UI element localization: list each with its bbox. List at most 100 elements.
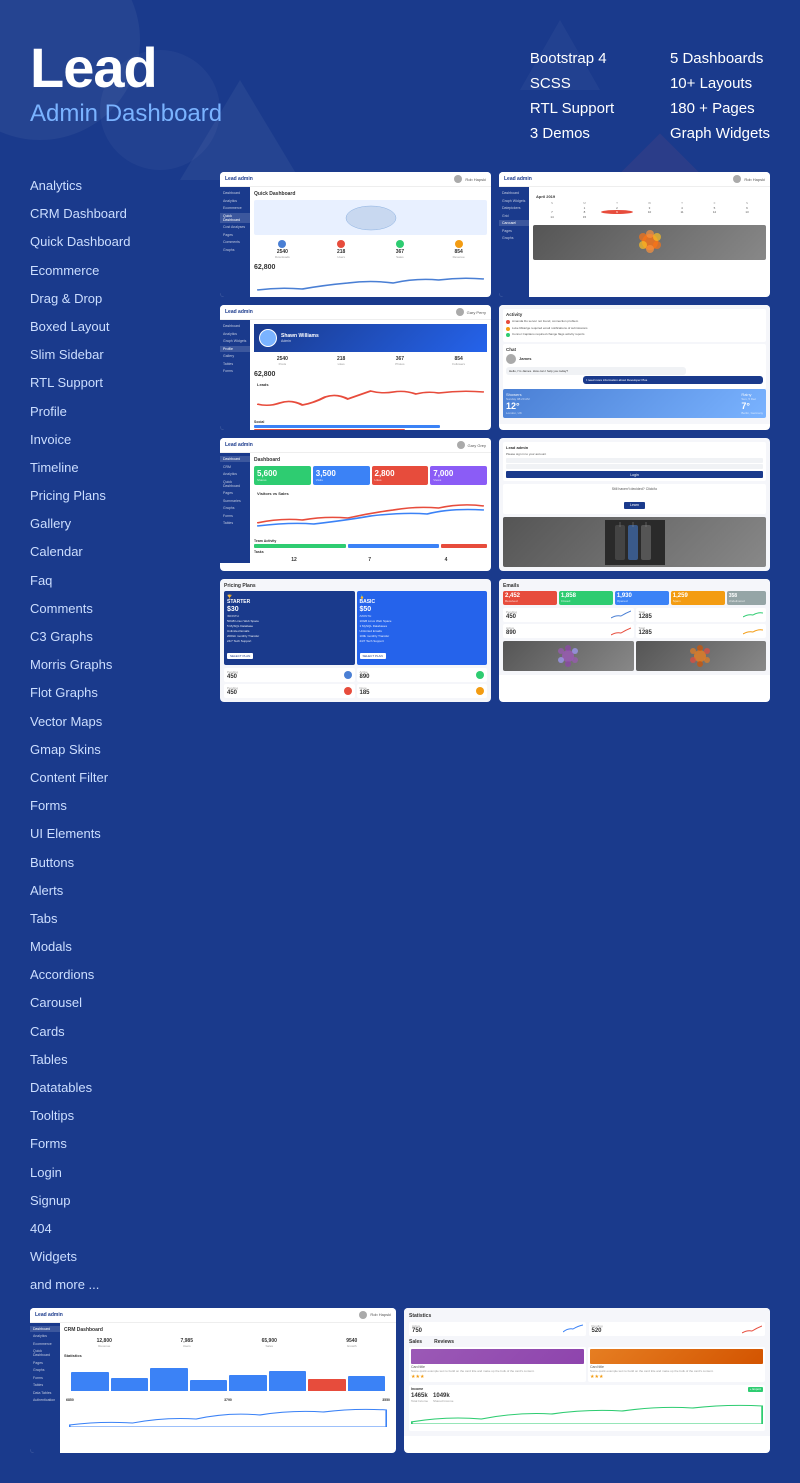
sidebar3-graph[interactable]: Graph Widgets [220, 338, 250, 344]
nav-ecommerce[interactable]: Ecommerce [30, 257, 200, 285]
login-input-email[interactable] [506, 458, 763, 463]
nav-more[interactable]: and more ... [30, 1271, 200, 1299]
nav-tables[interactable]: Tables [30, 1046, 200, 1074]
sidebar-item-comments[interactable]: Comments [220, 239, 250, 245]
crm-sidebar-tables[interactable]: Tables [30, 1382, 60, 1388]
nav-quick-dashboard[interactable]: Quick Dashboard [30, 228, 200, 256]
sidebar2-pages[interactable]: Pages [499, 228, 529, 234]
sidebar3-analytics[interactable]: Analytics [220, 331, 250, 337]
crm-sidebar-dashboard[interactable]: Dashboard [30, 1326, 60, 1332]
sidebar2-dashboard[interactable]: Dashboard [499, 190, 529, 196]
day-cell[interactable] [536, 206, 568, 210]
nav-analytics[interactable]: Analytics [30, 172, 200, 200]
sidebar5-forms[interactable]: Forms [220, 513, 250, 519]
day-cell[interactable]: 3 [634, 206, 666, 210]
crm-sidebar-ecommerce[interactable]: Ecommerce [30, 1341, 60, 1347]
sidebar5-tables[interactable]: Tables [220, 520, 250, 526]
sidebar5-dashboard[interactable]: Dashboard [220, 456, 250, 462]
nav-forms2[interactable]: Forms [30, 1130, 200, 1158]
sidebar5-analytics[interactable]: Analytics [220, 471, 250, 477]
day-cell[interactable]: 2 [601, 206, 633, 210]
day-cell[interactable]: 1 [569, 206, 601, 210]
sidebar5-crm[interactable]: CRM [220, 464, 250, 470]
crm-sidebar-auth[interactable]: Authentication [30, 1397, 60, 1403]
day-cell[interactable]: 12 [699, 210, 731, 214]
nav-modals[interactable]: Modals [30, 933, 200, 961]
nav-gmap[interactable]: Gmap Skins [30, 736, 200, 764]
select-plan-basic[interactable]: SELECT PLAN [360, 653, 386, 659]
crm-sidebar-forms[interactable]: Forms [30, 1375, 60, 1381]
nav-c3[interactable]: C3 Graphs [30, 623, 200, 651]
day-cell[interactable]: 6 [731, 206, 763, 210]
nav-login[interactable]: Login [30, 1159, 200, 1187]
day-cell[interactable]: 4 [666, 206, 698, 210]
nav-alerts[interactable]: Alerts [30, 877, 200, 905]
sidebar3-dashboard[interactable]: Dashboard [220, 323, 250, 329]
sidebar-item-graphs[interactable]: Graphs [220, 247, 250, 253]
nav-faq[interactable]: Faq [30, 567, 200, 595]
sidebar-item-quick[interactable]: Quick Dashboard [220, 213, 250, 223]
sidebar5-summaries[interactable]: Summaries [220, 498, 250, 504]
day-cell[interactable]: 15 [569, 215, 601, 219]
nav-signup[interactable]: Signup [30, 1187, 200, 1215]
nav-gallery[interactable]: Gallery [30, 510, 200, 538]
nav-boxed-layout[interactable]: Boxed Layout [30, 313, 200, 341]
nav-crm[interactable]: CRM Dashboard [30, 200, 200, 228]
login-input-password[interactable] [506, 464, 763, 469]
nav-tooltips[interactable]: Tooltips [30, 1102, 200, 1130]
sidebar-item-pages[interactable]: Pages [220, 232, 250, 238]
nav-invoice[interactable]: Invoice [30, 426, 200, 454]
sidebar5-quick[interactable]: Quick Dashboard [220, 479, 250, 489]
nav-datatables[interactable]: Datatables [30, 1074, 200, 1102]
day-cell[interactable]: 7 [536, 210, 568, 214]
sidebar3-profile[interactable]: Profile [220, 346, 250, 352]
crm-sidebar-graphs[interactable]: Graphs [30, 1367, 60, 1373]
crm-sidebar-pages[interactable]: Pages [30, 1360, 60, 1366]
sidebar5-graphs[interactable]: Graphs [220, 505, 250, 511]
login-button[interactable]: Login [506, 471, 763, 478]
sidebar3-forms[interactable]: Forms [220, 368, 250, 374]
select-plan-starter[interactable]: SELECT PLAN [227, 653, 253, 659]
nav-ui-elements[interactable]: UI Elements [30, 820, 200, 848]
crm-sidebar-quick[interactable]: Quick Dashboard [30, 1348, 60, 1358]
nav-content-filter[interactable]: Content Filter [30, 764, 200, 792]
nav-slim-sidebar[interactable]: Slim Sidebar [30, 341, 200, 369]
crm-sidebar-analytics[interactable]: Analytics [30, 1333, 60, 1339]
sidebar2-graphs[interactable]: Graphs [499, 235, 529, 241]
sidebar-item-dashboard[interactable]: Dashboard [220, 190, 250, 196]
nav-pricing[interactable]: Pricing Plans [30, 482, 200, 510]
day-cell[interactable]: 5 [699, 206, 731, 210]
sidebar3-gallery[interactable]: Gallery [220, 353, 250, 359]
day-cell[interactable]: 8 [569, 210, 601, 214]
nav-vector-maps[interactable]: Vector Maps [30, 708, 200, 736]
sidebar-item-costs[interactable]: Cost Analyses [220, 224, 250, 230]
explore-button[interactable]: Learn [624, 502, 645, 509]
sidebar5-pages[interactable]: Pages [220, 490, 250, 496]
sidebar3-tables[interactable]: Tables [220, 361, 250, 367]
nav-tabs[interactable]: Tabs [30, 905, 200, 933]
nav-widgets[interactable]: Widgets [30, 1243, 200, 1271]
crm-sidebar-datatables[interactable]: Data Tables [30, 1390, 60, 1396]
day-cell[interactable]: 13 [731, 210, 763, 214]
day-cell[interactable]: 11 [666, 210, 698, 214]
sidebar2-graph[interactable]: Graph Widgets [499, 198, 529, 204]
sidebar2-carousel[interactable]: Carousel [499, 220, 529, 226]
nav-accordions[interactable]: Accordions [30, 961, 200, 989]
nav-cards[interactable]: Cards [30, 1018, 200, 1046]
day-cell[interactable]: 10 [634, 210, 666, 214]
nav-buttons[interactable]: Buttons [30, 849, 200, 877]
nav-drag-drop[interactable]: Drag & Drop [30, 285, 200, 313]
sidebar2-grid[interactable]: Grid [499, 213, 529, 219]
sidebar2-datepicker[interactable]: Datepickers [499, 205, 529, 211]
nav-carousel[interactable]: Carousel [30, 989, 200, 1017]
nav-morris[interactable]: Morris Graphs [30, 651, 200, 679]
nav-flot[interactable]: Flot Graphs [30, 679, 200, 707]
nav-404[interactable]: 404 [30, 1215, 200, 1243]
nav-calendar[interactable]: Calendar [30, 538, 200, 566]
nav-profile[interactable]: Profile [30, 398, 200, 426]
sidebar-item-analytics[interactable]: Analytics [220, 198, 250, 204]
nav-comments[interactable]: Comments [30, 595, 200, 623]
nav-forms[interactable]: Forms [30, 792, 200, 820]
nav-timeline[interactable]: Timeline [30, 454, 200, 482]
sidebar-item-ecommerce[interactable]: Ecommerce [220, 205, 250, 211]
